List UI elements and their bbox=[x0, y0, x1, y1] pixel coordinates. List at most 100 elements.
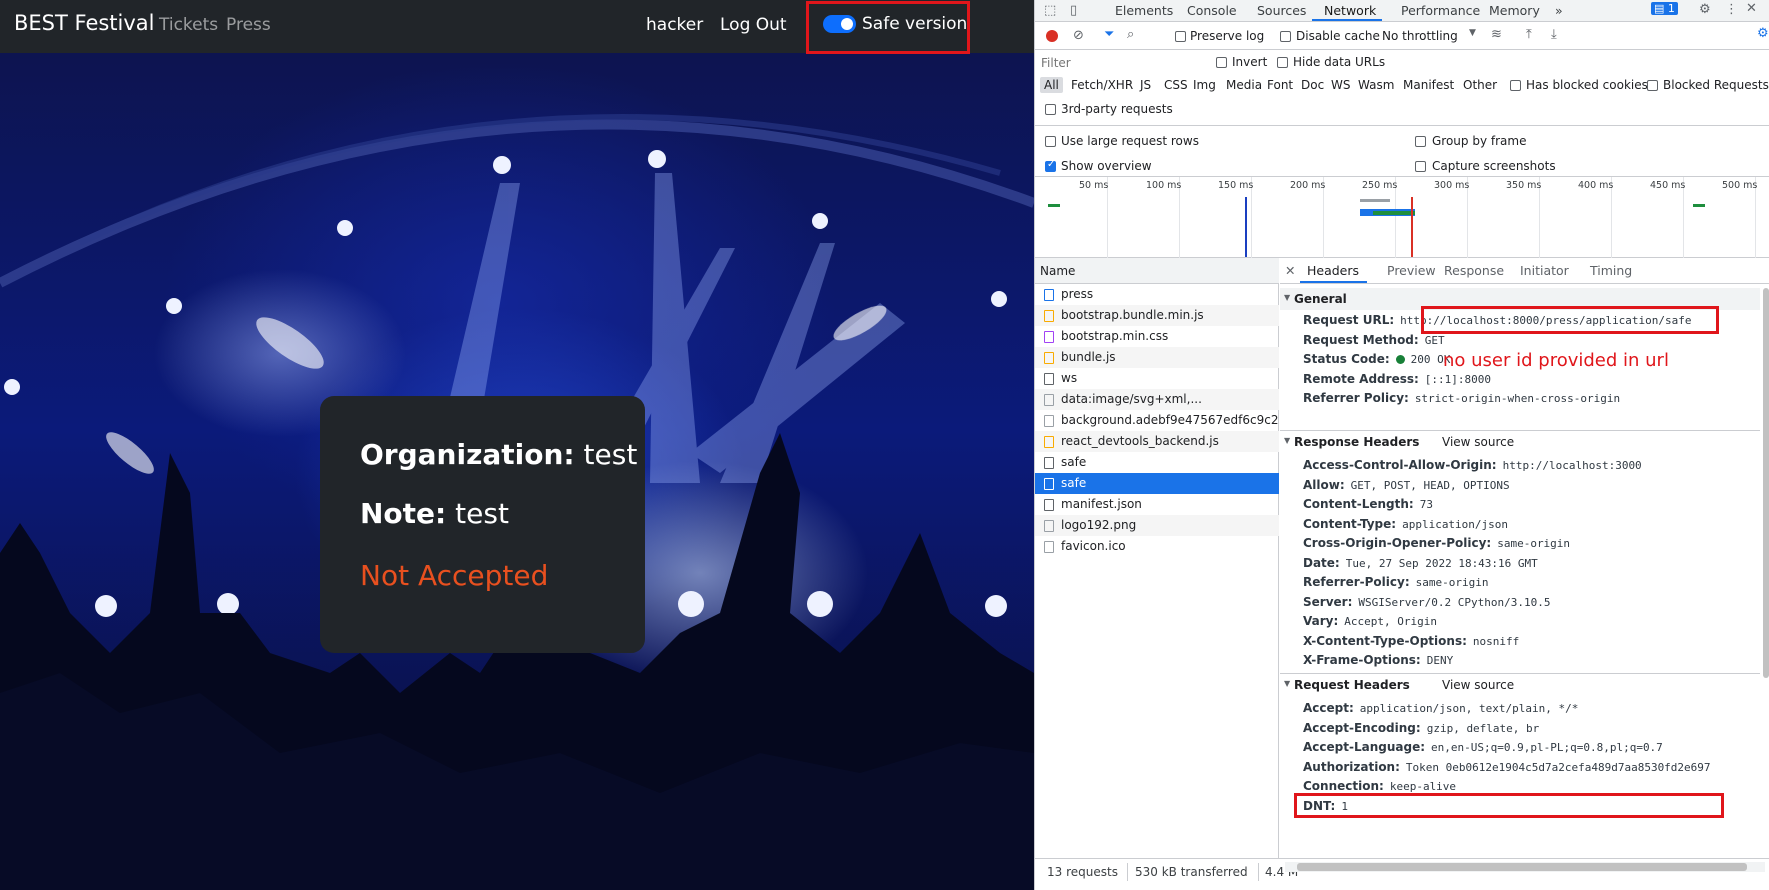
request-row[interactable]: favicon.ico bbox=[1035, 536, 1279, 557]
tab-network[interactable]: Network bbox=[1324, 3, 1376, 18]
collapse-triangle-icon: ▼ bbox=[1284, 293, 1291, 302]
detail-tab-preview[interactable]: Preview bbox=[1387, 263, 1436, 278]
tab-console[interactable]: Console bbox=[1187, 3, 1237, 18]
type-filter-js[interactable]: JS bbox=[1140, 78, 1151, 92]
header-row: Connection: keep-alive bbox=[1303, 779, 1456, 793]
type-filter-ws[interactable]: WS bbox=[1331, 78, 1350, 92]
request-view-source-link[interactable]: View source bbox=[1442, 678, 1514, 692]
request-row[interactable]: safe bbox=[1035, 473, 1279, 494]
request-row[interactable]: safe bbox=[1035, 452, 1279, 473]
type-filter-other[interactable]: Other bbox=[1463, 78, 1497, 92]
file-type-icon bbox=[1044, 352, 1054, 364]
nav-press-link[interactable]: Press bbox=[226, 15, 271, 35]
preserve-log-checkbox[interactable] bbox=[1175, 31, 1186, 42]
header-row: Server: WSGIServer/0.2 CPython/3.10.5 bbox=[1303, 595, 1550, 609]
request-row[interactable]: bundle.js bbox=[1035, 347, 1279, 368]
response-headers-title: Response Headers bbox=[1294, 435, 1420, 449]
detail-tab-initiator[interactable]: Initiator bbox=[1520, 263, 1569, 278]
type-filter-wasm[interactable]: Wasm bbox=[1358, 78, 1394, 92]
close-detail-icon[interactable]: ✕ bbox=[1285, 263, 1295, 278]
request-row[interactable]: data:image/svg+xml,... bbox=[1035, 389, 1279, 410]
horizontal-scrollbar-thumb[interactable] bbox=[1297, 863, 1747, 871]
annotation-text: no user id provided in url bbox=[1443, 350, 1669, 371]
hide-data-urls-checkbox[interactable] bbox=[1277, 57, 1288, 68]
clear-icon[interactable]: ⊘ bbox=[1073, 28, 1084, 43]
network-settings-gear-icon[interactable]: ⚙ bbox=[1757, 26, 1769, 41]
file-type-icon bbox=[1044, 520, 1054, 532]
request-name: background.adebf9e47567edf6c9c2.... bbox=[1061, 413, 1279, 427]
group-by-frame-checkbox[interactable] bbox=[1415, 136, 1426, 147]
organization-row: Organization: test bbox=[360, 438, 637, 471]
device-toolbar-icon[interactable]: ▯ bbox=[1070, 3, 1077, 18]
tab-memory[interactable]: Memory bbox=[1489, 3, 1540, 18]
request-row[interactable]: manifest.json bbox=[1035, 494, 1279, 515]
type-filter-media[interactable]: Media bbox=[1226, 78, 1262, 92]
name-column-header[interactable]: Name bbox=[1035, 258, 1279, 284]
tab-sources[interactable]: Sources bbox=[1257, 3, 1306, 18]
timeline-overview[interactable]: 50 ms 100 ms 150 ms 200 ms 250 ms 300 ms… bbox=[1035, 177, 1769, 258]
search-icon[interactable]: ⌕ bbox=[1127, 27, 1134, 42]
timeline-tick-label: 450 ms bbox=[1650, 180, 1686, 191]
network-conditions-icon[interactable]: ≋ bbox=[1491, 27, 1502, 42]
brand-logo-link[interactable]: BEST Festival bbox=[14, 11, 155, 35]
request-row[interactable]: bootstrap.min.css bbox=[1035, 326, 1279, 347]
request-row[interactable]: react_devtools_backend.js bbox=[1035, 431, 1279, 452]
request-row[interactable]: background.adebf9e47567edf6c9c2.... bbox=[1035, 410, 1279, 431]
request-headers-section-header[interactable]: ▼ Request Headers View source bbox=[1280, 673, 1760, 695]
timeline-tick-label: 250 ms bbox=[1362, 180, 1398, 191]
issues-badge[interactable]: ▤ 1 bbox=[1651, 2, 1678, 15]
detail-tab-headers[interactable]: Headers bbox=[1307, 263, 1359, 278]
username-link[interactable]: hacker bbox=[646, 15, 703, 35]
close-devtools-icon[interactable]: ✕ bbox=[1746, 1, 1757, 16]
type-filter-css[interactable]: CSS bbox=[1164, 78, 1188, 92]
third-party-checkbox[interactable] bbox=[1045, 104, 1056, 115]
show-overview-checkbox[interactable] bbox=[1045, 159, 1056, 172]
filter-icon[interactable]: ⏷ bbox=[1104, 27, 1114, 42]
large-rows-checkbox[interactable] bbox=[1045, 136, 1056, 147]
type-filter-font[interactable]: Font bbox=[1267, 78, 1293, 92]
timeline-tick-label: 500 ms bbox=[1722, 180, 1758, 191]
tab-performance[interactable]: Performance bbox=[1401, 3, 1480, 18]
record-icon[interactable] bbox=[1046, 30, 1058, 42]
blocked-requests-checkbox[interactable] bbox=[1647, 80, 1658, 91]
type-filter-fetch-xhr[interactable]: Fetch/XHR bbox=[1071, 78, 1133, 92]
throttling-select[interactable]: No throttling bbox=[1382, 29, 1458, 43]
request-row[interactable]: ws bbox=[1035, 368, 1279, 389]
type-filter-img[interactable]: Img bbox=[1193, 78, 1216, 92]
detail-scrollbar[interactable] bbox=[1763, 288, 1769, 678]
detail-tab-response[interactable]: Response bbox=[1444, 263, 1504, 278]
type-filter-all[interactable]: All bbox=[1040, 77, 1063, 93]
horizontal-scrollbar[interactable] bbox=[1285, 862, 1765, 872]
response-view-source-link[interactable]: View source bbox=[1442, 435, 1514, 449]
request-detail-pane: ✕ Headers Preview Response Initiator Tim… bbox=[1280, 258, 1769, 858]
request-row[interactable]: logo192.png bbox=[1035, 515, 1279, 536]
invert-checkbox[interactable] bbox=[1216, 57, 1227, 68]
filter-input[interactable] bbox=[1039, 54, 1199, 72]
type-filter-doc[interactable]: Doc bbox=[1301, 78, 1324, 92]
request-name: bootstrap.bundle.min.js bbox=[1061, 308, 1204, 322]
header-value: strict-origin-when-cross-origin bbox=[1414, 392, 1621, 405]
timeline-bar bbox=[1693, 204, 1705, 207]
response-headers-section-header[interactable]: ▼ Response Headers View source bbox=[1280, 430, 1760, 452]
tab-elements[interactable]: Elements bbox=[1115, 3, 1173, 18]
header-value: gzip, deflate, br bbox=[1426, 721, 1540, 735]
request-row[interactable]: bootstrap.bundle.min.js bbox=[1035, 305, 1279, 326]
safe-version-toggle[interactable] bbox=[823, 15, 856, 33]
settings-gear-icon[interactable]: ⚙ bbox=[1699, 2, 1711, 17]
capture-screenshots-checkbox[interactable] bbox=[1415, 161, 1426, 172]
more-options-icon[interactable]: ⋮ bbox=[1725, 2, 1738, 17]
logout-link[interactable]: Log Out bbox=[720, 15, 787, 35]
type-filter-manifest[interactable]: Manifest bbox=[1403, 78, 1454, 92]
import-har-icon[interactable]: ⤒ bbox=[1526, 27, 1532, 42]
file-type-icon bbox=[1044, 373, 1054, 385]
has-blocked-cookies-checkbox[interactable] bbox=[1510, 80, 1521, 91]
disable-cache-checkbox[interactable] bbox=[1280, 31, 1291, 42]
safe-version-label: Safe version bbox=[862, 14, 968, 34]
request-row[interactable]: press bbox=[1035, 284, 1279, 305]
inspect-element-icon[interactable]: ⬚ bbox=[1044, 3, 1056, 18]
export-har-icon[interactable]: ⤓ bbox=[1551, 27, 1557, 42]
detail-tab-timing[interactable]: Timing bbox=[1590, 263, 1632, 278]
has-blocked-cookies-label: Has blocked cookies bbox=[1526, 78, 1648, 92]
nav-tickets-link[interactable]: Tickets bbox=[159, 15, 218, 35]
more-tabs-button[interactable]: » bbox=[1555, 3, 1563, 18]
